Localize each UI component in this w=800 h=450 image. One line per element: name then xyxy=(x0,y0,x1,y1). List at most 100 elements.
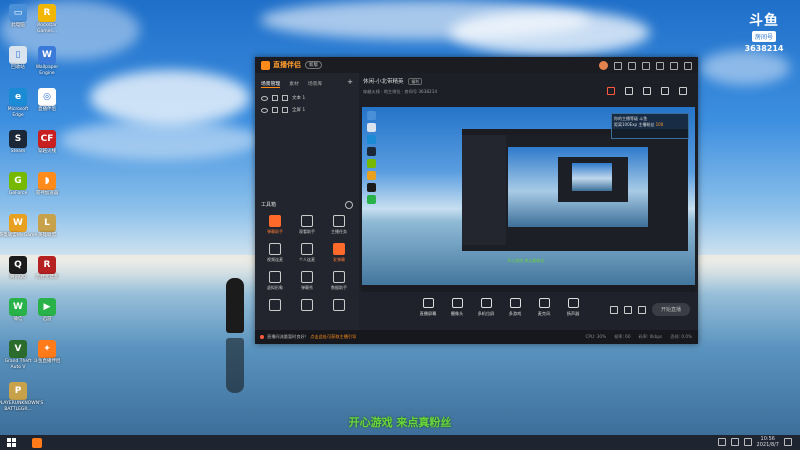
share-icon[interactable] xyxy=(679,87,687,95)
notification-icon[interactable] xyxy=(784,438,792,446)
stream-preview[interactable]: 你的主播等级 斗鱼 距离100Exp 主播粉丝 100 开心游戏 来点真粉丝 xyxy=(362,107,695,292)
clock[interactable]: 10:56 2021/8/7 xyxy=(757,436,779,448)
lock-icon[interactable] xyxy=(625,87,633,95)
mode-icon[interactable] xyxy=(623,305,632,314)
toolbox-item[interactable]: 虚拟形象 xyxy=(259,271,291,291)
status-link[interactable]: 点击此处可获取主播引导 xyxy=(310,334,356,339)
screen-icon[interactable] xyxy=(643,87,651,95)
app-name: 直播伴侣 xyxy=(273,61,301,69)
desktop-app-icon: CF xyxy=(38,130,56,148)
source-button[interactable]: 直播屏幕 xyxy=(419,298,437,317)
toolbox-grid: 弹幕助手 观看助手 主播任务视频连麦 个人连麦 发弹幕虚拟形象 弹幕秀 数据助手 xyxy=(259,215,355,313)
gift-icon[interactable] xyxy=(607,87,615,95)
tab-scene-manage[interactable]: 场景管理 xyxy=(261,80,281,88)
source-label: 摄像头 xyxy=(450,311,464,316)
toolbox-header: 工具箱 xyxy=(261,201,353,209)
desktop-icon-label: Wallpaper Engine xyxy=(35,65,59,76)
desktop-icon[interactable]: P PLAYERUNKNOWN'S BATTLEGR... xyxy=(0,382,43,412)
scene-item[interactable]: 全屏 1 xyxy=(255,104,359,116)
tool-label: 弹幕秀 xyxy=(301,285,313,290)
toolbox-item[interactable]: 视频连麦 xyxy=(259,243,291,263)
ime-icon[interactable] xyxy=(743,438,752,446)
record-icon[interactable] xyxy=(609,305,618,314)
start-live-button[interactable]: 开始直播 xyxy=(651,303,690,316)
tool-label: 虚拟形象 xyxy=(267,285,283,290)
overlay-line-2: 距离100Exp 主播粉丝 xyxy=(614,122,655,127)
scene-label: 文本 1 xyxy=(292,96,306,101)
add-scene-button[interactable]: + xyxy=(347,79,353,88)
mail-icon[interactable] xyxy=(628,61,636,70)
scene-panel: 场景管理 素材 场景库 + 文本 1 全屏 1 工具箱 弹幕助手 观看助手 主播任务… xyxy=(255,73,359,330)
desktop-icon[interactable]: ✦ 斗鱼直播伴侣 xyxy=(27,340,67,365)
windows-start-icon[interactable] xyxy=(7,438,16,447)
tool-icon xyxy=(301,271,313,283)
toolbox-item[interactable] xyxy=(323,299,355,313)
desktop-app-icon: ▯ xyxy=(9,46,27,64)
desktop-app-icon: V xyxy=(9,340,27,358)
room-title[interactable]: 休闲-小北带精英 xyxy=(363,79,404,85)
menu-icon[interactable] xyxy=(642,61,650,70)
volume-icon[interactable] xyxy=(730,438,739,446)
settings-icon[interactable] xyxy=(637,305,646,314)
scene-item[interactable]: 文本 1 xyxy=(255,92,359,104)
source-button[interactable]: 摄像头 xyxy=(448,298,466,317)
bell-icon[interactable] xyxy=(661,87,669,95)
desktop-icon[interactable]: CF 穿越火线 xyxy=(27,130,67,155)
toolbox-item[interactable]: 个人连麦 xyxy=(291,243,323,263)
tab-materials[interactable]: 素材 xyxy=(289,80,299,88)
toolbox-item[interactable] xyxy=(259,299,291,313)
source-button[interactable]: 扬声器 xyxy=(564,298,582,317)
desktop-app-icon: ▭ xyxy=(9,4,27,22)
desktop-icon[interactable]: ◎ 直播伴侣 xyxy=(27,88,67,113)
tool-icon xyxy=(269,271,281,283)
stream-stat: 帧率: 60 xyxy=(614,334,631,339)
desktop-app-icon: ▶ xyxy=(38,298,56,316)
desktop-app-icon: e xyxy=(9,88,27,106)
taskbar-app-live-companion[interactable] xyxy=(32,437,42,448)
toolbox-item[interactable] xyxy=(291,299,323,313)
desktop-app-icon: S xyxy=(9,130,27,148)
tool-label: 主播任务 xyxy=(331,229,347,234)
runner-reflection xyxy=(226,338,244,393)
minimize-icon[interactable] xyxy=(656,61,664,70)
lock-icon[interactable] xyxy=(272,95,278,101)
lock-icon[interactable] xyxy=(272,107,278,113)
nested-preview-window xyxy=(462,129,688,251)
skin-icon[interactable] xyxy=(614,61,622,70)
source-label: 多游戏 xyxy=(508,311,522,316)
desktop-icon[interactable]: R 荒野大镖客 xyxy=(27,256,67,281)
source-button[interactable]: 多机位屏 xyxy=(477,298,495,317)
preview-desktop-icons xyxy=(364,111,378,207)
source-button[interactable]: 麦克风 xyxy=(535,298,553,317)
desktop-icon[interactable]: R Rockstar Games... xyxy=(27,4,67,34)
room-number-label: 房间号 xyxy=(751,31,776,42)
visibility-icon[interactable] xyxy=(261,107,268,113)
app-title-bar[interactable]: 直播伴侣 新版 xyxy=(255,57,698,73)
toolbox-item[interactable]: 观看助手 xyxy=(291,215,323,235)
anchor-level-overlay: 你的主播等级 斗鱼 距离100Exp 主播粉丝 100 xyxy=(611,113,689,139)
desktop-icon[interactable]: L 英雄联盟 xyxy=(27,214,67,239)
source-button[interactable]: 多游戏 xyxy=(506,298,524,317)
status-bar: 直播间流量暂时良好！ 点击此处可获取主播引导 CPU: 30% 帧率: 60 码率:… xyxy=(255,330,698,344)
close-icon[interactable] xyxy=(684,61,692,70)
network-icon[interactable] xyxy=(717,438,726,446)
desktop-app-icon: Q xyxy=(9,256,27,274)
desktop-icon-label: 穿越火线 xyxy=(38,149,56,154)
toolbox-item[interactable]: 弹幕助手 xyxy=(259,215,291,235)
visibility-icon[interactable] xyxy=(261,95,268,101)
version-badge[interactable]: 新版 xyxy=(305,61,322,69)
avatar[interactable] xyxy=(599,61,608,70)
source-icon xyxy=(480,298,492,308)
toolbox-item[interactable]: 主播任务 xyxy=(323,215,355,235)
desktop-icon[interactable]: ▶ 迅游 xyxy=(27,298,67,323)
maximize-icon[interactable] xyxy=(670,61,678,70)
tab-scene-library[interactable]: 场景库 xyxy=(308,80,322,88)
toolbox-item[interactable]: 弹幕秀 xyxy=(291,271,323,291)
toolbox-item[interactable]: 发弹幕 xyxy=(323,243,355,263)
desktop-icon[interactable]: W Wallpaper Engine xyxy=(27,46,67,76)
toolbox-item[interactable]: 数据助手 xyxy=(323,271,355,291)
taskbar: 10:56 2021/8/7 xyxy=(0,435,800,450)
desktop-icon-label: 迅游 xyxy=(42,317,52,322)
gear-icon[interactable] xyxy=(345,201,353,209)
desktop-icon[interactable]: ◗ 雷神加速器 xyxy=(27,172,67,197)
